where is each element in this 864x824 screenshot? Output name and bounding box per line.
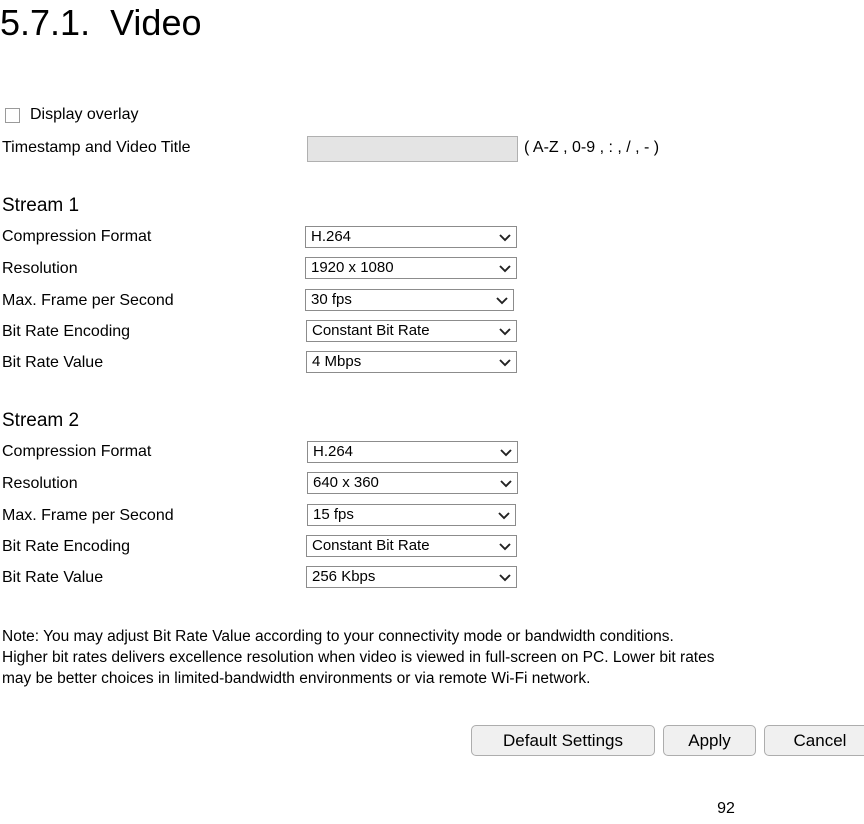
timestamp-label: Timestamp and Video Title [2, 139, 191, 156]
stream-2-bit-rate-value-value: 256 Kbps [312, 569, 376, 585]
cancel-button[interactable]: Cancel [764, 725, 864, 756]
page-number: 92 [717, 800, 735, 817]
stream-2-bit-rate-encoding-value: Constant Bit Rate [312, 538, 430, 554]
stream-1-resolution-value: 1920 x 1080 [311, 260, 394, 276]
stream-1-compression-format-value: H.264 [311, 229, 352, 245]
video-settings-page: 5.7.1. Video Display overlay Timestamp a… [0, 0, 864, 824]
stream-1-bit-rate-encoding-select[interactable]: Constant Bit Rate [306, 320, 517, 342]
stream-1-max-fps-label: Max. Frame per Second [2, 292, 174, 309]
stream-2-resolution-select[interactable]: 640 x 360 [307, 472, 518, 494]
display-overlay-label: Display overlay [30, 106, 139, 123]
chevron-down-icon [499, 574, 511, 582]
stream-2-bit-rate-encoding-select[interactable]: Constant Bit Rate [306, 535, 517, 557]
default-settings-button[interactable]: Default Settings [471, 725, 655, 756]
stream-2-resolution-label: Resolution [2, 475, 78, 492]
stream-2-compression-format-label: Compression Format [2, 443, 152, 460]
stream-2-compression-format-select[interactable]: H.264 [307, 441, 518, 463]
stream-1-resolution-label: Resolution [2, 260, 78, 277]
stream-1-compression-format-select[interactable]: H.264 [305, 226, 517, 248]
chevron-down-icon [499, 543, 511, 551]
note-line-2: Higher bit rates delivers excellence res… [2, 649, 715, 666]
stream-2-bit-rate-value-select[interactable]: 256 Kbps [306, 566, 517, 588]
stream-1-compression-format-label: Compression Format [2, 228, 152, 245]
chevron-down-icon [496, 297, 508, 305]
stream-2-max-fps-label: Max. Frame per Second [2, 507, 174, 524]
note-text: Note: You may adjust Bit Rate Value acco… [2, 626, 864, 689]
stream-1-bit-rate-encoding-value: Constant Bit Rate [312, 323, 430, 339]
chevron-down-icon [499, 265, 511, 273]
display-overlay-row[interactable]: Display overlay [5, 107, 138, 123]
stream-2-max-fps-select[interactable]: 15 fps [307, 504, 516, 526]
stream-1-bit-rate-value-select[interactable]: 4 Mbps [306, 351, 517, 373]
display-overlay-checkbox[interactable] [5, 107, 20, 123]
timestamp-hint: ( A-Z , 0-9 , : , / , - ) [524, 139, 660, 156]
stream-1-max-fps-select[interactable]: 30 fps [305, 289, 514, 311]
stream-1-bit-rate-encoding-label: Bit Rate Encoding [2, 323, 131, 340]
page-title: 5.7.1. Video [0, 2, 202, 43]
stream-2-compression-format-value: H.264 [313, 444, 354, 460]
note-line-3: may be better choices in limited-bandwid… [2, 670, 591, 687]
chevron-down-icon [500, 449, 512, 457]
stream-1-bit-rate-value-value: 4 Mbps [312, 354, 362, 370]
stream-2-max-fps-value: 15 fps [313, 507, 354, 523]
note-line-1: Note: You may adjust Bit Rate Value acco… [2, 628, 674, 645]
stream-2-heading: Stream 2 [2, 410, 80, 431]
timestamp-input[interactable] [307, 136, 518, 162]
apply-button[interactable]: Apply [663, 725, 756, 756]
chevron-down-icon [499, 359, 511, 367]
stream-1-max-fps-value: 30 fps [311, 292, 352, 308]
stream-1-heading: Stream 1 [2, 195, 80, 216]
chevron-down-icon [499, 234, 511, 242]
stream-2-bit-rate-encoding-label: Bit Rate Encoding [2, 538, 131, 555]
chevron-down-icon [498, 512, 510, 520]
stream-1-bit-rate-value-label: Bit Rate Value [2, 354, 104, 371]
stream-2-resolution-value: 640 x 360 [313, 475, 379, 491]
stream-1-resolution-select[interactable]: 1920 x 1080 [305, 257, 517, 279]
chevron-down-icon [499, 328, 511, 336]
chevron-down-icon [500, 480, 512, 488]
stream-2-bit-rate-value-label: Bit Rate Value [2, 569, 104, 586]
